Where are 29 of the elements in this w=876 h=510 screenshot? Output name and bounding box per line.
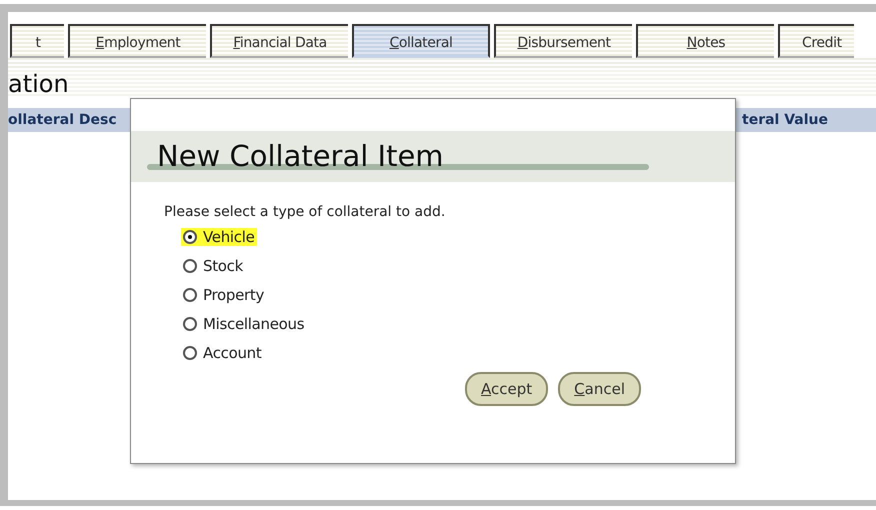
tab[interactable]: Employment	[68, 24, 206, 58]
tab[interactable]: Credit	[778, 24, 854, 58]
option-label: Property	[203, 286, 264, 304]
prompt-text: Please select a type of collateral to add.	[164, 204, 446, 220]
column-header: teral Value	[742, 112, 828, 128]
radio-button[interactable]	[183, 288, 197, 302]
radio-option[interactable]: Stock	[181, 257, 246, 275]
option-label: Stock	[203, 257, 244, 275]
radio-button[interactable]	[183, 259, 197, 273]
radio-option[interactable]: Property	[181, 286, 266, 304]
tab[interactable]: Disbursement	[494, 24, 632, 58]
radio-button[interactable]	[183, 346, 197, 360]
radio-button[interactable]	[183, 317, 197, 331]
tab[interactable]: Notes	[636, 24, 774, 58]
tab[interactable]: Collateral	[352, 24, 490, 58]
option-label: Vehicle	[203, 228, 255, 246]
dialog-button[interactable]: Cancel	[558, 372, 641, 406]
dialog-button[interactable]: Accept	[465, 372, 548, 406]
radio-option[interactable]: Account	[181, 344, 264, 362]
radio-button[interactable]	[183, 230, 197, 244]
radio-option[interactable]: Vehicle	[181, 228, 257, 246]
option-label: Miscellaneous	[203, 315, 304, 333]
tab[interactable]: Financial Data	[210, 24, 348, 58]
radio-option[interactable]: Miscellaneous	[181, 315, 306, 333]
column-header: ollateral Desc	[8, 112, 117, 128]
tab[interactable]: t	[10, 24, 64, 58]
option-label: Account	[203, 344, 262, 362]
section-title: ation	[8, 70, 876, 98]
dialog-title: New Collateral Item	[157, 139, 444, 173]
